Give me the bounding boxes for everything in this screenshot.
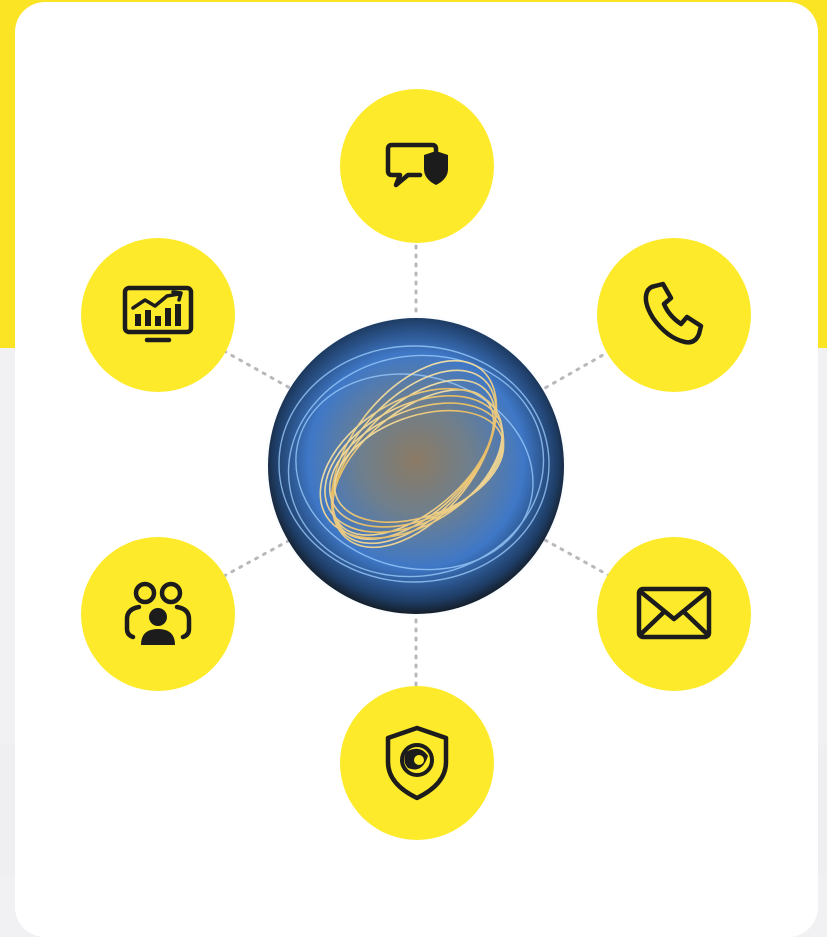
phone-icon bbox=[643, 281, 704, 345]
analytics-monitor-icon bbox=[122, 285, 194, 343]
node-phone[interactable] bbox=[597, 238, 751, 392]
node-mail[interactable] bbox=[597, 537, 751, 691]
shield-orb-icon bbox=[385, 725, 449, 801]
node-analytics[interactable] bbox=[81, 238, 235, 392]
node-secure-chat[interactable] bbox=[340, 89, 494, 243]
node-team[interactable] bbox=[81, 537, 235, 691]
secure-chat-icon bbox=[385, 142, 448, 188]
mail-icon bbox=[636, 586, 712, 640]
team-users-icon bbox=[124, 581, 192, 645]
ai-orb-icon bbox=[264, 314, 568, 618]
node-security[interactable] bbox=[340, 686, 494, 840]
